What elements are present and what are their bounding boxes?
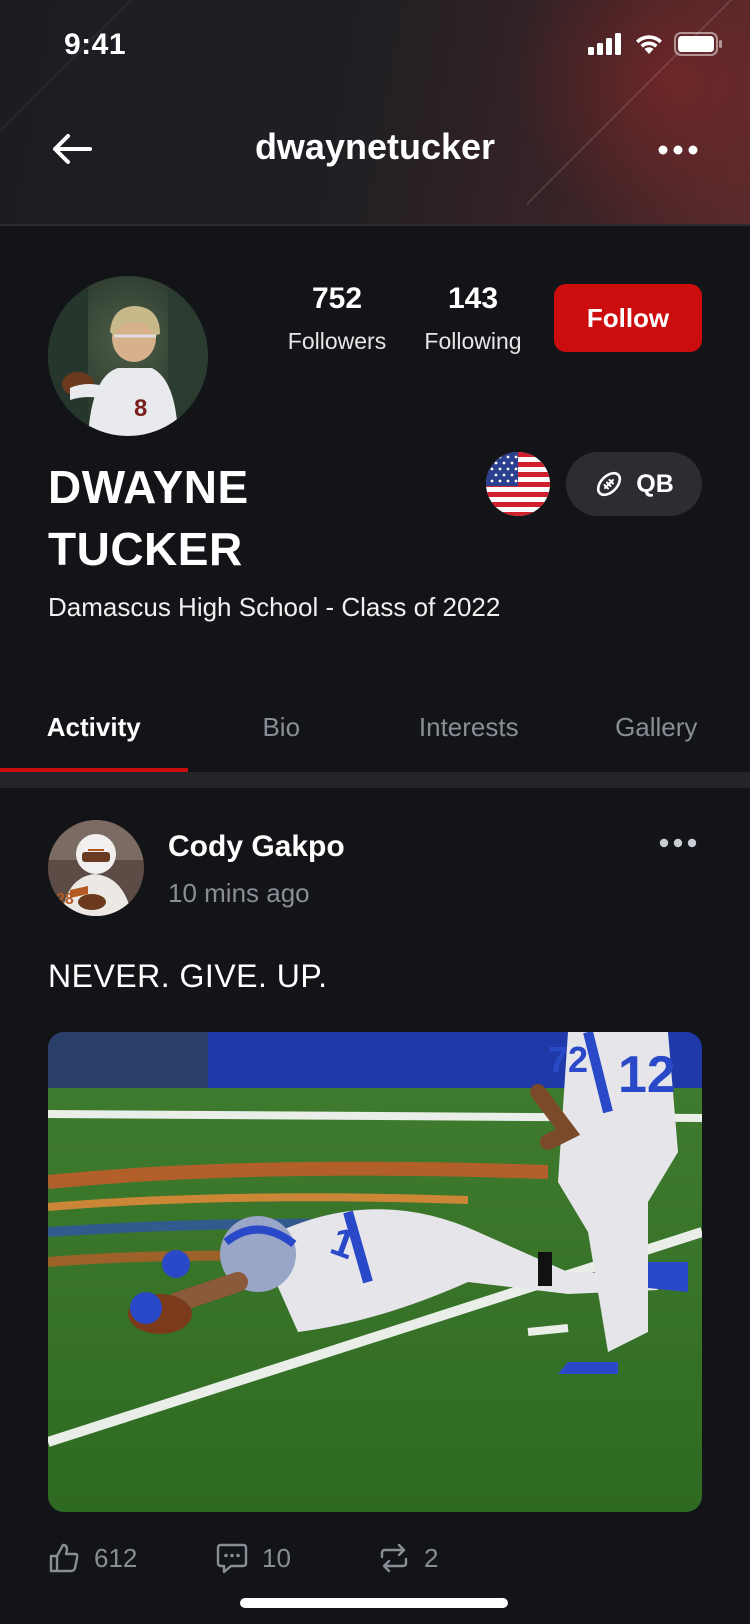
comment-button[interactable]: 10 [216, 1542, 378, 1574]
school-info: Damascus High School - Class of 2022 [48, 592, 501, 622]
svg-text:8: 8 [134, 395, 147, 422]
followers-stat[interactable]: 752 Followers [282, 282, 392, 355]
comment-count: 10 [262, 1542, 291, 1573]
home-indicator[interactable] [240, 1598, 508, 1608]
following-count: 143 [447, 282, 499, 315]
following-label: Following [424, 328, 522, 354]
football-dive-photo: 1 72 12 [48, 1032, 702, 1512]
ellipsis-icon [658, 145, 698, 155]
signal-icon [588, 33, 621, 55]
avatar-photo: 8 [48, 276, 208, 436]
profile-tabs: Activity Bio Interests Gallery [0, 700, 750, 772]
tab-bio[interactable]: Bio [188, 700, 376, 772]
profile-name-first: DWAYNE [48, 461, 249, 513]
comment-icon [216, 1543, 248, 1574]
post-image[interactable]: 1 72 12 [48, 1032, 702, 1512]
repost-button[interactable]: 2 [378, 1542, 438, 1574]
battery-icon [674, 32, 722, 56]
svg-text:28: 28 [56, 891, 74, 908]
svg-text:72: 72 [548, 1039, 588, 1080]
us-flag-icon [486, 452, 550, 516]
post-author-avatar[interactable]: 28 [48, 820, 144, 916]
position-label: QB [636, 469, 674, 498]
following-stat[interactable]: 143 Following [418, 282, 528, 355]
profile-name-last: TUCKER [48, 523, 243, 575]
followers-label: Followers [287, 328, 387, 354]
repost-icon [380, 1543, 408, 1573]
repost-count: 2 [424, 1542, 439, 1573]
followers-count: 752 [311, 282, 363, 315]
status-time: 9:41 [64, 28, 127, 61]
post-author-name[interactable]: Cody Gakpo [168, 830, 345, 864]
football-icon [597, 471, 622, 497]
post-timestamp: 10 mins ago [168, 878, 310, 908]
page-title: dwaynetucker [254, 126, 496, 167]
tab-gallery[interactable]: Gallery [563, 700, 750, 772]
follow-button[interactable]: Follow [554, 284, 702, 352]
tab-interests[interactable]: Interests [375, 700, 563, 772]
status-icons [588, 32, 722, 56]
profile-avatar[interactable]: 8 [48, 276, 208, 436]
svg-text:12: 12 [618, 1046, 676, 1104]
position-badge: QB [566, 452, 702, 516]
like-count: 612 [94, 1542, 138, 1573]
wifi-icon [636, 35, 662, 54]
profile-header: 9:41 dwaynetucker [0, 0, 750, 226]
ellipsis-icon [659, 838, 697, 848]
post-actions: 612 10 2 [48, 1542, 438, 1574]
section-divider [0, 772, 750, 788]
thumbs-up-icon [49, 1543, 79, 1573]
more-options-button[interactable] [648, 130, 708, 170]
post-more-button[interactable] [650, 828, 706, 858]
profile-name: DWAYNE TUCKER [48, 456, 249, 580]
post-avatar-photo: 28 [48, 820, 144, 916]
post-text: NEVER. GIVE. UP. [48, 958, 328, 994]
tab-activity[interactable]: Activity [0, 700, 188, 772]
like-button[interactable]: 612 [48, 1542, 216, 1574]
